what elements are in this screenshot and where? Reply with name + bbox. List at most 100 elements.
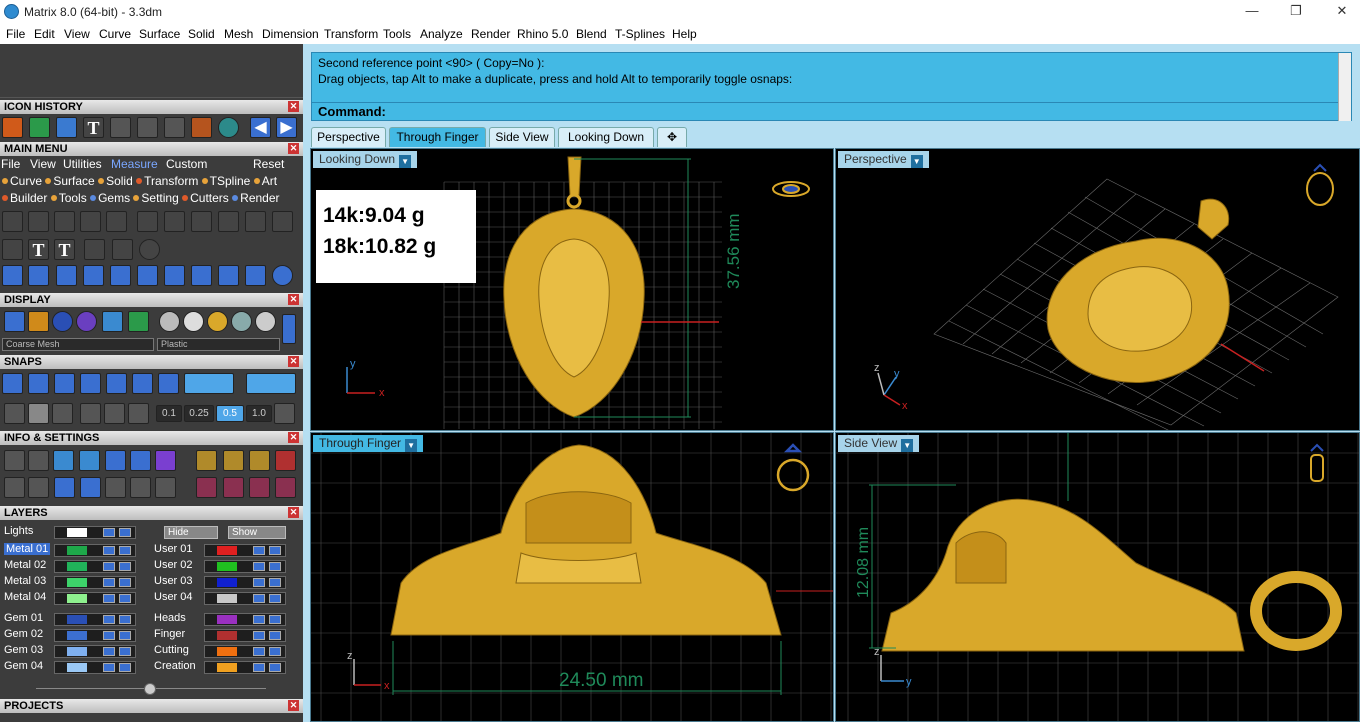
lock-icon[interactable]	[253, 578, 265, 587]
add-tab-button[interactable]: ✥	[657, 127, 687, 147]
layer-color-swatch[interactable]	[217, 631, 237, 640]
cube-snap-icon[interactable]	[28, 403, 49, 424]
measure-radius-icon[interactable]	[54, 211, 75, 232]
maximize-button[interactable]: ❐	[1284, 2, 1308, 20]
snap-perp-icon[interactable]	[106, 373, 127, 394]
lock-icon[interactable]	[253, 631, 265, 640]
layer-color-swatch[interactable]	[217, 562, 237, 571]
snap-quad-icon[interactable]	[158, 373, 179, 394]
lock-icon[interactable]	[103, 631, 115, 640]
material-select[interactable]: Plastic	[157, 338, 280, 351]
xray-icon[interactable]	[102, 311, 123, 332]
ghosted-icon[interactable]	[76, 311, 97, 332]
layer-stack-icon[interactable]	[53, 450, 74, 471]
close-button[interactable]: ✕	[1330, 2, 1354, 20]
dimension-edit-icon[interactable]	[84, 239, 105, 260]
viewport-label-perspective[interactable]: Perspective ▼	[838, 151, 929, 168]
cube-icon[interactable]	[54, 477, 75, 498]
menu-rhino[interactable]: Rhino 5.0	[517, 27, 568, 41]
layer-controls[interactable]	[204, 592, 286, 605]
rendered-icon[interactable]	[52, 311, 73, 332]
grid-value-10[interactable]: 1.0	[246, 405, 272, 422]
text-icon[interactable]: T	[83, 117, 104, 138]
snap-tan-icon[interactable]	[184, 373, 234, 394]
layer-name[interactable]: Metal 03	[4, 575, 46, 587]
snap-toggle-icon[interactable]	[246, 373, 296, 394]
display-slider[interactable]	[282, 314, 296, 344]
visibility-icon[interactable]	[119, 631, 131, 640]
layer-controls[interactable]	[54, 629, 136, 642]
text-icon[interactable]: T	[28, 239, 49, 260]
box-icon[interactable]	[80, 477, 101, 498]
layer-color-swatch[interactable]	[217, 546, 237, 555]
visibility-icon[interactable]	[269, 578, 281, 587]
viewport-side-view[interactable]: 12.08 mm z y Side View ▼	[835, 432, 1360, 722]
layer-controls[interactable]	[54, 645, 136, 658]
globe-icon[interactable]	[218, 117, 239, 138]
filter-icon[interactable]	[105, 477, 126, 498]
mesh-quality-select[interactable]: Coarse Mesh	[2, 338, 154, 351]
category-transform[interactable]: Transform	[136, 174, 198, 188]
layer-name[interactable]: User 03	[154, 575, 193, 587]
close-icon[interactable]: ✕	[288, 356, 299, 367]
layer-color-swatch[interactable]	[217, 647, 237, 656]
category-cutters[interactable]: Cutters	[182, 191, 229, 205]
lock-icon[interactable]	[103, 594, 115, 603]
layer-name[interactable]: Metal 04	[4, 591, 46, 603]
search-icon[interactable]	[28, 450, 49, 471]
mirror-icon[interactable]	[83, 265, 104, 286]
layer-name[interactable]: Heads	[154, 612, 186, 624]
layer-name[interactable]: Finger	[154, 628, 185, 640]
category-curve[interactable]: Curve	[2, 174, 42, 188]
menu-tsplines[interactable]: T-Splines	[615, 27, 665, 41]
layer-controls[interactable]	[204, 560, 286, 573]
grid-value-01[interactable]: 0.1	[156, 405, 182, 422]
menu-tools[interactable]: Tools	[383, 27, 411, 41]
menu-mesh[interactable]: Mesh	[224, 27, 253, 41]
tab-through-finger[interactable]: Through Finger	[389, 127, 486, 147]
grid-snap-icon[interactable]	[4, 403, 25, 424]
gem-icon[interactable]	[155, 450, 176, 471]
ring-size-icon[interactable]	[139, 239, 160, 260]
tab-looking-down[interactable]: Looking Down	[558, 127, 654, 147]
hand-icon[interactable]	[196, 450, 217, 471]
lights-layer-control[interactable]	[54, 526, 136, 539]
dimension-vertical-icon[interactable]	[164, 117, 185, 138]
material-sphere-icon[interactable]	[159, 311, 180, 332]
close-icon[interactable]: ✕	[288, 101, 299, 112]
lock-icon[interactable]	[103, 615, 115, 624]
viewport-label-looking-down[interactable]: Looking Down ▼	[313, 151, 418, 168]
dimension-angle-icon[interactable]	[218, 211, 239, 232]
leader-icon[interactable]	[272, 211, 293, 232]
menu-help[interactable]: Help	[672, 27, 697, 41]
tab-perspective[interactable]: Perspective	[311, 127, 386, 147]
show-button[interactable]: Show	[228, 526, 286, 539]
minimize-button[interactable]: —	[1240, 2, 1264, 20]
cut-icon[interactable]	[245, 265, 266, 286]
back-arrow-icon[interactable]: ◀	[250, 117, 271, 138]
visibility-icon[interactable]	[119, 663, 131, 672]
layer-color-swatch[interactable]	[217, 615, 237, 624]
visibility-icon[interactable]	[269, 594, 281, 603]
snap-point-icon[interactable]	[54, 373, 75, 394]
chevron-down-icon[interactable]: ▼	[901, 439, 914, 452]
viewport-label-through-finger[interactable]: Through Finger ▼	[313, 435, 424, 452]
command-scrollbar[interactable]	[1338, 53, 1351, 121]
visibility-icon[interactable]	[119, 546, 131, 555]
move-icon[interactable]	[2, 265, 23, 286]
visibility-icon[interactable]	[269, 631, 281, 640]
menu-surface[interactable]: Surface	[139, 27, 180, 41]
dimension-rotated-icon[interactable]	[191, 211, 212, 232]
zoom-extents-icon[interactable]	[249, 450, 270, 471]
grid-value-025[interactable]: 0.25	[184, 405, 214, 422]
visibility-icon[interactable]	[269, 562, 281, 571]
layer-controls[interactable]	[54, 544, 136, 557]
layer-color-swatch[interactable]	[67, 578, 87, 587]
measure-angle-icon[interactable]	[28, 211, 49, 232]
visibility-icon[interactable]	[269, 615, 281, 624]
layer-name[interactable]: Metal 02	[4, 559, 46, 571]
close-icon[interactable]: ✕	[288, 432, 299, 443]
boolean-icon[interactable]	[191, 117, 212, 138]
tab-side-view[interactable]: Side View	[489, 127, 555, 147]
menu-edit[interactable]: Edit	[34, 27, 55, 41]
